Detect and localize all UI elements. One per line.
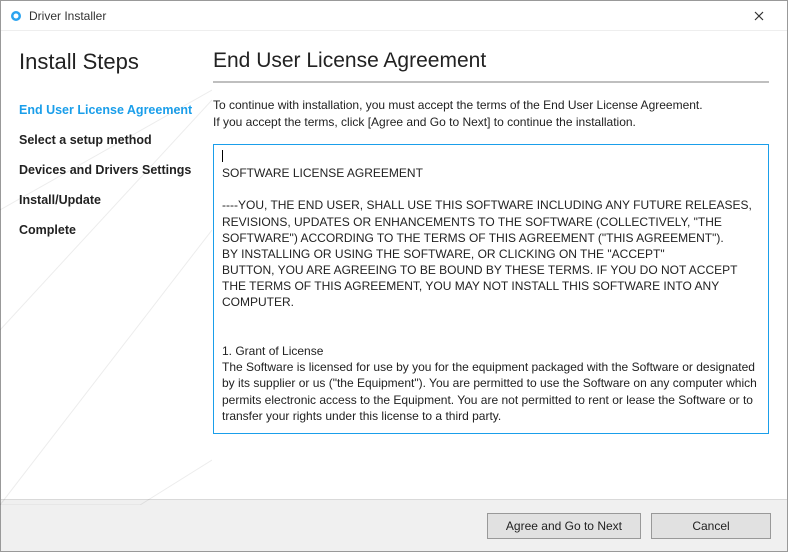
footer: Agree and Go to Next Cancel bbox=[1, 499, 787, 551]
divider bbox=[213, 81, 769, 83]
intro-text: To continue with installation, you must … bbox=[213, 97, 769, 132]
intro-line-2: If you accept the terms, click [Agree an… bbox=[213, 115, 636, 129]
app-icon bbox=[9, 9, 23, 23]
step-3: Install/Update bbox=[19, 185, 203, 215]
step-4: Complete bbox=[19, 215, 203, 245]
cancel-button[interactable]: Cancel bbox=[651, 513, 771, 539]
main-panel: End User License Agreement To continue w… bbox=[213, 31, 787, 499]
titlebar: Driver Installer bbox=[1, 1, 787, 31]
intro-line-1: To continue with installation, you must … bbox=[213, 98, 703, 112]
step-0: End User License Agreement bbox=[19, 95, 203, 125]
body: Install Steps End User License Agreement… bbox=[1, 31, 787, 499]
installer-window: Driver Installer Install Steps End User … bbox=[0, 0, 788, 552]
agree-next-button[interactable]: Agree and Go to Next bbox=[487, 513, 641, 539]
sidebar: Install Steps End User License Agreement… bbox=[1, 31, 213, 499]
page-title: End User License Agreement bbox=[213, 49, 769, 73]
eula-textbox[interactable]: SOFTWARE LICENSE AGREEMENT ----YOU, THE … bbox=[213, 144, 769, 434]
eula-content: SOFTWARE LICENSE AGREEMENT ----YOU, THE … bbox=[222, 166, 760, 434]
sidebar-title: Install Steps bbox=[19, 49, 203, 75]
window-title: Driver Installer bbox=[29, 9, 739, 23]
close-button[interactable] bbox=[739, 2, 779, 30]
text-cursor bbox=[222, 150, 223, 162]
step-1: Select a setup method bbox=[19, 125, 203, 155]
step-2: Devices and Drivers Settings bbox=[19, 155, 203, 185]
